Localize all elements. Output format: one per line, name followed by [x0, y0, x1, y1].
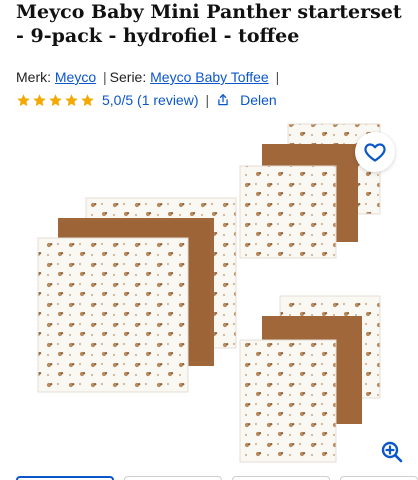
product-page: Meyco Baby Mini Panther starterset - 9-p…	[0, 0, 418, 480]
separator: |	[103, 69, 107, 85]
separator: |	[275, 69, 280, 85]
star-icon	[33, 93, 46, 106]
thumbnail-4[interactable]	[340, 476, 418, 480]
product-image[interactable]	[0, 118, 418, 470]
separator: |	[205, 92, 210, 108]
series-link[interactable]: Meyco Baby Toffee	[150, 69, 269, 85]
star-icon	[65, 93, 78, 106]
rating-row: 5,0/5 (1 review) | Delen	[16, 90, 277, 110]
heart-icon	[364, 143, 386, 162]
thumbnail-strip	[16, 476, 418, 480]
share-label: Delen	[240, 92, 277, 108]
star-rating[interactable]	[16, 93, 96, 108]
washcloth-stack-bottom	[239, 295, 381, 463]
thumbnail-3[interactable]	[232, 476, 330, 480]
rating-text-link[interactable]: 5,0/5 (1 review)	[102, 92, 198, 108]
star-icon	[81, 93, 94, 106]
product-meta: Merk: Meyco | Serie: Meyco Baby Toffee |	[16, 68, 282, 86]
brand-link[interactable]: Meyco	[55, 69, 96, 85]
favorite-button[interactable]	[355, 132, 395, 172]
brand-label: Merk:	[16, 69, 51, 85]
share-icon	[218, 94, 228, 106]
product-title: Meyco Baby Mini Panther starterset - 9-p…	[16, 1, 402, 47]
star-icon	[17, 93, 30, 106]
share-button[interactable]: Delen	[216, 92, 277, 108]
series-label: Serie:	[109, 69, 147, 85]
zoom-in-icon[interactable]	[380, 440, 404, 464]
washcloth-stack-large	[37, 197, 237, 393]
star-icon	[49, 93, 62, 106]
thumbnail-2[interactable]	[124, 476, 222, 480]
thumbnail-1[interactable]	[16, 476, 114, 480]
